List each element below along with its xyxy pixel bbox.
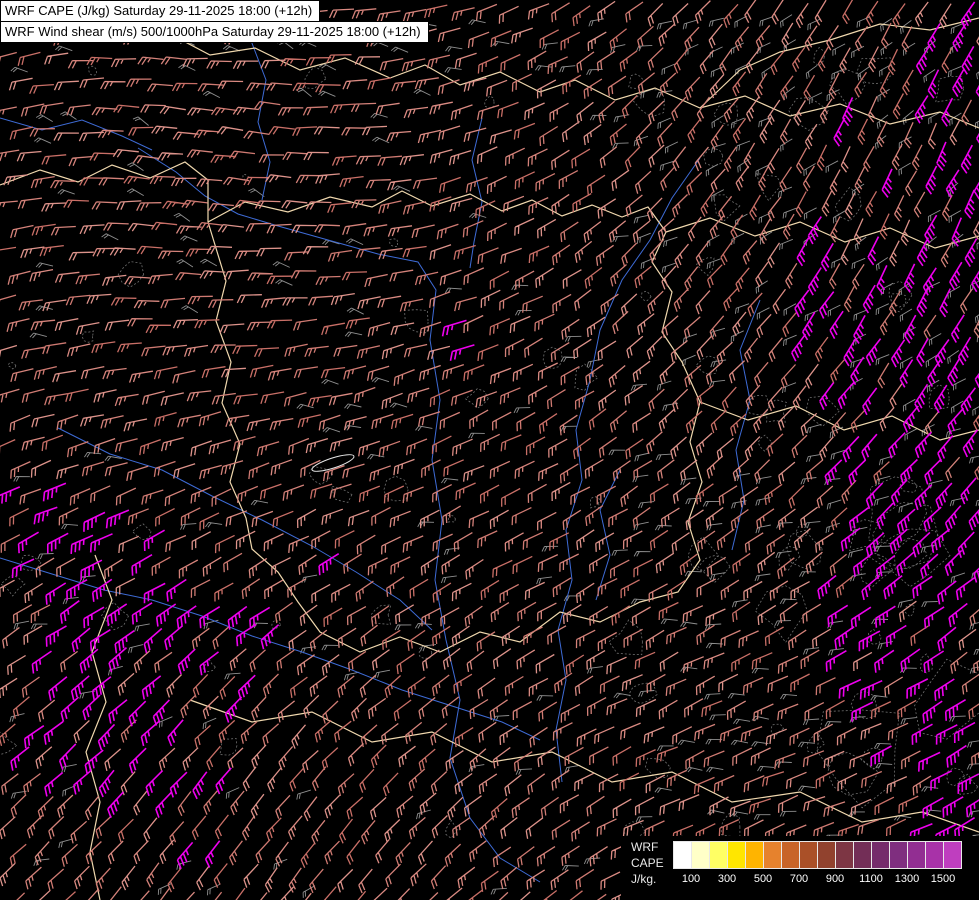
legend-tick: 300 <box>717 873 737 885</box>
legend-tick: 1500 <box>930 873 956 885</box>
legend-tick: 700 <box>789 873 809 885</box>
weather-map-screen: WRF CAPE (J/kg) Saturday 29-11-2025 18:0… <box>0 0 979 900</box>
country-borders <box>0 0 979 900</box>
title-wind-shear: WRF Wind shear (m/s) 500/1000hPa Saturda… <box>0 21 429 43</box>
cape-legend: WRF CAPE J/kg. 100 300 500 700 900 1100 1300 15… <box>621 836 979 900</box>
map-canvas <box>0 0 979 900</box>
wind-shear-barbs <box>0 0 979 900</box>
legend-tick: 100 <box>681 873 701 885</box>
wind-shear-barbs <box>0 0 979 900</box>
legend-tick: 1300 <box>894 873 920 885</box>
legend-tick: 1100 <box>859 873 883 885</box>
map-header: WRF CAPE (J/kg) Saturday 29-11-2025 18:0… <box>0 0 429 43</box>
legend-tick: 900 <box>825 873 845 885</box>
lake-balaton-outline <box>311 454 355 472</box>
wind-shear-barbs <box>0 0 979 900</box>
wind-shear-barbs <box>0 1 979 900</box>
legend-tick-labels: 100 300 500 700 900 1100 1300 1500 <box>621 836 979 900</box>
title-cape: WRF CAPE (J/kg) Saturday 29-11-2025 18:0… <box>0 0 321 22</box>
strong-wind-shear-barbs <box>0 1 979 900</box>
legend-tick: 500 <box>753 873 773 885</box>
wind-shear-barbs <box>0 3 979 900</box>
